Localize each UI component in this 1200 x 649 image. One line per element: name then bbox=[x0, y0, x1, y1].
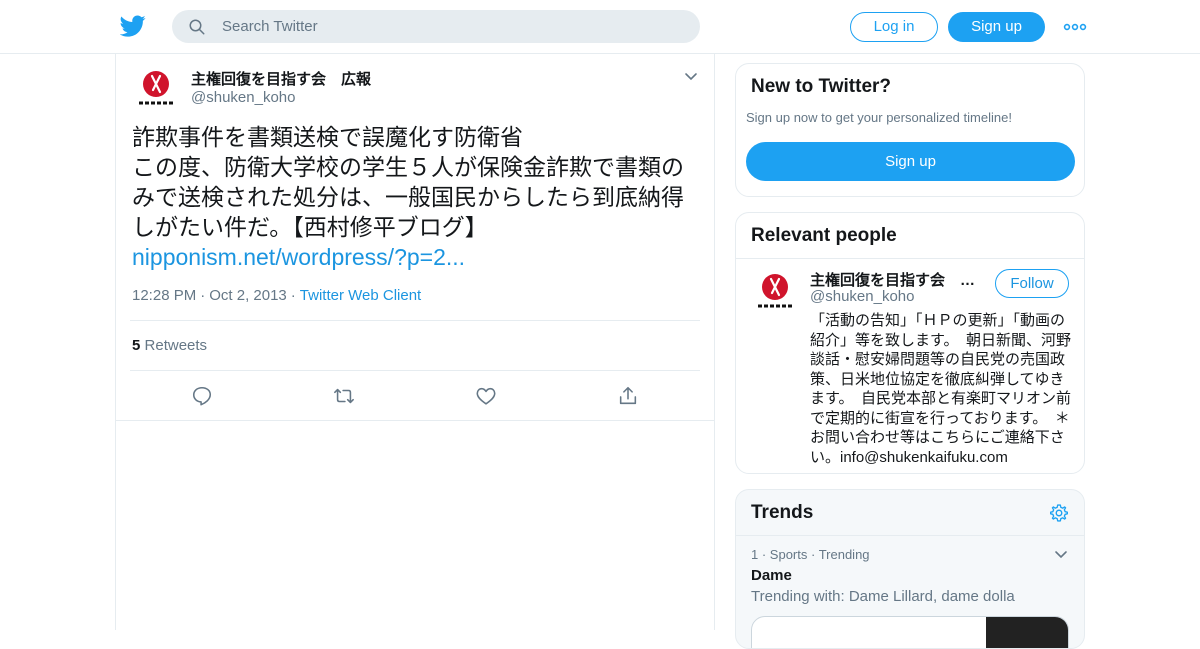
top-navigation-bar: Log in Sign up bbox=[0, 0, 1200, 54]
trend-category: Sports bbox=[769, 547, 808, 562]
person-bio: 「活動の告知」「ＨＰの更新」「動画の紹介」等を致します。 朝日新聞、河野談話・慰… bbox=[810, 312, 1072, 466]
avatar[interactable] bbox=[132, 66, 180, 114]
chevron-down-icon[interactable] bbox=[1054, 548, 1068, 562]
trend-rank: 1 bbox=[751, 547, 759, 562]
signup-button[interactable]: Sign up bbox=[948, 12, 1045, 42]
separator-dot: · bbox=[200, 287, 206, 304]
card-title: Relevant people bbox=[751, 225, 897, 246]
card-title: Trends bbox=[751, 502, 814, 523]
avatar-logo-icon bbox=[751, 269, 799, 317]
like-heart-icon[interactable] bbox=[475, 385, 497, 407]
retweet-icon[interactable] bbox=[333, 385, 355, 407]
trends-card: Trends 1 · Sports · Trending Dame Trendi… bbox=[735, 489, 1085, 649]
relevant-people-card: Relevant people 主権回復を目指す会 … @shuken_koho… bbox=[735, 212, 1085, 474]
main-column: 主権回復を目指す会 広報 @shuken_koho 詐欺事件を書類送検で誤魔化す… bbox=[115, 54, 715, 630]
divider bbox=[130, 320, 700, 321]
search-input[interactable] bbox=[222, 10, 682, 43]
trend-related: Trending with: Dame Lillard, dame dolla bbox=[751, 588, 1015, 605]
tweet-detail: 主権回復を目指す会 広報 @shuken_koho 詐欺事件を書類送検で誤魔化す… bbox=[116, 54, 714, 421]
trend-thumbnail bbox=[986, 617, 1068, 648]
tweet-metadata: 12:28 PM · Oct 2, 2013 · Twitter Web Client bbox=[132, 287, 421, 304]
author-handle[interactable]: @shuken_koho bbox=[191, 89, 295, 106]
trend-name[interactable]: Dame bbox=[751, 567, 792, 584]
divider bbox=[736, 258, 1084, 259]
new-to-twitter-card: New to Twitter? Sign up now to get your … bbox=[735, 63, 1085, 197]
trend-status: Trending bbox=[818, 547, 870, 562]
avatar[interactable] bbox=[751, 269, 799, 317]
tweet-client-link[interactable]: Twitter Web Client bbox=[300, 287, 421, 304]
follow-button[interactable]: Follow bbox=[995, 269, 1069, 298]
tweet-link[interactable]: nipponism.net/wordpress/?p=2... bbox=[132, 244, 465, 270]
search-bar[interactable] bbox=[172, 10, 700, 43]
gear-icon[interactable] bbox=[1049, 503, 1069, 523]
retweet-label: Retweets bbox=[144, 337, 208, 354]
author-name[interactable]: 主権回復を目指す会 広報 bbox=[191, 68, 371, 89]
reply-icon[interactable] bbox=[191, 385, 213, 407]
trend-media-card[interactable] bbox=[751, 616, 1069, 648]
chevron-down-icon[interactable] bbox=[684, 70, 698, 84]
divider bbox=[736, 535, 1084, 536]
trend-meta: 1 · Sports · Trending bbox=[751, 547, 870, 562]
more-options-icon[interactable] bbox=[1063, 18, 1087, 36]
retweet-stats[interactable]: 5 Retweets bbox=[132, 337, 207, 354]
tweet-body: 詐欺事件を書類送検で誤魔化す防衛省 この度、防衛大学校の学生５人が保険金詐欺で書… bbox=[132, 124, 684, 240]
person-name[interactable]: 主権回復を目指す会 … bbox=[810, 269, 975, 290]
share-icon[interactable] bbox=[617, 385, 639, 407]
sidebar-signup-button[interactable]: Sign up bbox=[746, 142, 1075, 181]
divider bbox=[130, 370, 700, 371]
twitter-bird-icon[interactable] bbox=[120, 13, 146, 39]
tweet-time[interactable]: 12:28 PM bbox=[132, 287, 196, 304]
separator-dot: · bbox=[290, 287, 296, 304]
person-handle[interactable]: @shuken_koho bbox=[810, 288, 914, 305]
search-icon bbox=[189, 19, 205, 35]
login-button[interactable]: Log in bbox=[850, 12, 938, 42]
tweet-text: 詐欺事件を書類送検で誤魔化す防衛省 この度、防衛大学校の学生５人が保険金詐欺で書… bbox=[132, 122, 702, 272]
avatar-logo-icon bbox=[132, 66, 180, 114]
card-subtitle: Sign up now to get your personalized tim… bbox=[746, 110, 1012, 125]
retweet-count: 5 bbox=[132, 337, 141, 354]
card-title: New to Twitter? bbox=[751, 76, 892, 97]
tweet-date[interactable]: Oct 2, 2013 bbox=[209, 287, 287, 304]
